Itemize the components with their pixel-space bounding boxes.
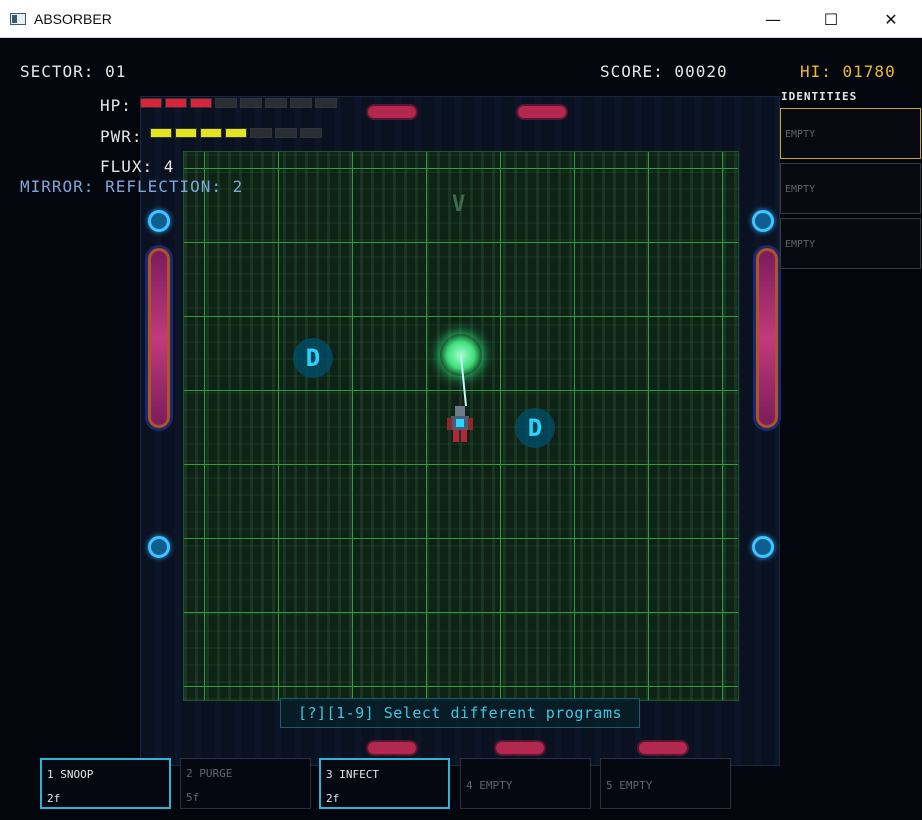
identities-title: IDENTITIES <box>781 90 858 103</box>
app-icon <box>10 12 26 25</box>
program-slot-4[interactable]: 4 EMPTY <box>460 758 591 809</box>
hp-segment <box>140 98 162 108</box>
program-slot-snoop[interactable]: 1 SNOOP 2f <box>40 758 171 809</box>
player-avatar-icon <box>447 406 473 442</box>
hp-segment <box>290 98 312 108</box>
program-cost: 5f <box>186 791 200 804</box>
pwr-segment <box>275 128 297 138</box>
maximize-button[interactable]: ☐ <box>808 0 854 38</box>
program-name: 1 SNOOP <box>47 768 94 781</box>
program-cost: 2f <box>326 792 340 805</box>
hp-segment <box>315 98 337 108</box>
program-slot-5[interactable]: 5 EMPTY <box>600 758 731 809</box>
hp-label: HP: <box>100 96 132 115</box>
window-titlebar: ABSORBER — ☐ ✕ <box>0 0 922 38</box>
minimize-button[interactable]: — <box>750 0 796 38</box>
pwr-bar <box>150 128 322 138</box>
pwr-segment <box>175 128 197 138</box>
close-button[interactable]: ✕ <box>868 0 914 38</box>
window-title: ABSORBER <box>34 10 112 27</box>
program-slot-purge[interactable]: 2 PURGE 5f <box>180 758 311 809</box>
program-name: 5 EMPTY <box>606 779 653 792</box>
program-name: 3 INFECT <box>326 768 379 781</box>
sector-label: SECTOR: 01 <box>20 62 127 81</box>
identity-slot-2[interactable]: EMPTY <box>780 163 921 214</box>
flux-label: FLUX: 4 <box>100 157 175 176</box>
score-label: SCORE: 00020 <box>600 62 728 81</box>
hp-segment <box>190 98 212 108</box>
hp-segment <box>240 98 262 108</box>
program-hint: [?][1-9] Select different programs <box>280 698 640 728</box>
pwr-segment <box>200 128 222 138</box>
pwr-segment <box>300 128 322 138</box>
hp-segment <box>215 98 237 108</box>
program-name: 2 PURGE <box>186 767 233 780</box>
pwr-label: PWR: <box>100 127 143 146</box>
hi-score-label: HI: 01780 <box>800 62 896 81</box>
game-canvas[interactable]: V D D SECTOR: 01 SCORE: 00020 HI: 01780 … <box>0 38 922 820</box>
identity-slot-3[interactable]: EMPTY <box>780 218 921 269</box>
hp-segment <box>265 98 287 108</box>
program-cost: 2f <box>47 792 61 805</box>
pwr-segment <box>225 128 247 138</box>
pwr-segment <box>150 128 172 138</box>
hp-bar <box>140 98 337 108</box>
program-name: 4 EMPTY <box>466 779 513 792</box>
identity-slot-1[interactable]: EMPTY <box>780 108 921 159</box>
pwr-segment <box>250 128 272 138</box>
program-slot-infect[interactable]: 3 INFECT 2f <box>319 758 450 809</box>
mirror-status: MIRROR: REFLECTION: 2 <box>20 177 244 196</box>
hp-segment <box>165 98 187 108</box>
